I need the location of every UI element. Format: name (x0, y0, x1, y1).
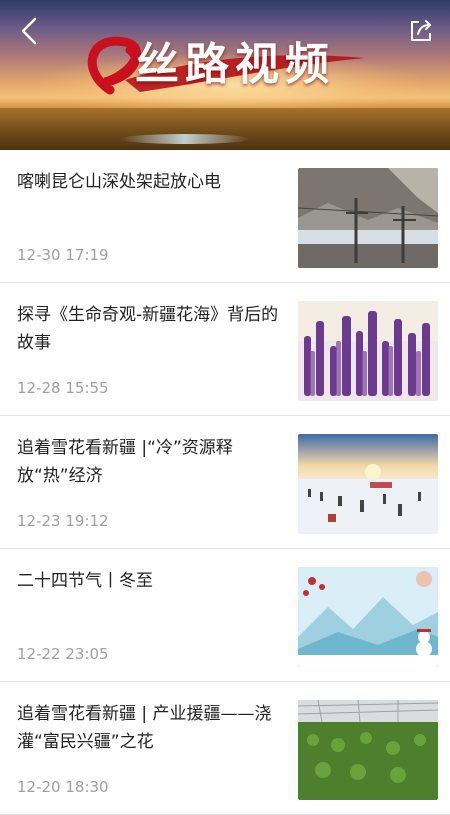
article-time: 12-23 19:12 (17, 512, 109, 530)
share-button[interactable] (404, 14, 438, 48)
landscape-ground (0, 108, 450, 150)
article-title: 追着雪花看新疆 |“冷”资源释放“热”经济 (17, 438, 233, 486)
article-item[interactable]: 喀喇昆仑山深处架起放心电 12-30 17:19 (0, 150, 450, 283)
article-title: 追着雪花看新疆 | 产业援疆——浇灌“富民兴疆”之花 (17, 704, 272, 752)
winter-solstice-thumbnail (298, 567, 438, 667)
article-time: 12-30 17:19 (17, 246, 109, 264)
share-icon (411, 20, 431, 41)
article-item[interactable]: 追着雪花看新疆 |“冷”资源释放“热”经济 12-23 19:12 (0, 416, 450, 549)
power-line-mountain-thumbnail (298, 168, 438, 268)
article-list: 喀喇昆仑山深处架起放心电 12-30 17:19 探寻《生命奇观-新疆花海》背后… (0, 150, 450, 815)
logo-title: 丝路视频 (135, 39, 335, 90)
article-time: 12-20 18:30 (17, 778, 109, 796)
article-time: 12-22 23:05 (17, 645, 109, 663)
article-item[interactable]: 二十四节气丨冬至 12-22 23:05 (0, 549, 450, 682)
river (120, 134, 250, 144)
article-title: 探寻《生命奇观-新疆花海》背后的故事 (17, 305, 279, 353)
header-banner: 丝路视频 (0, 0, 450, 150)
back-button[interactable] (12, 14, 46, 48)
article-title: 二十四节气丨冬至 (17, 571, 153, 591)
article-title: 喀喇昆仑山深处架起放心电 (17, 172, 221, 192)
lavender-field-thumbnail (298, 301, 438, 401)
greenhouse-thumbnail (298, 700, 438, 800)
snow-resort-thumbnail (298, 434, 438, 534)
article-item[interactable]: 追着雪花看新疆 | 产业援疆——浇灌“富民兴疆”之花 12-20 18:30 (0, 682, 450, 815)
article-time: 12-28 15:55 (17, 379, 109, 397)
article-item[interactable]: 探寻《生命奇观-新疆花海》背后的故事 12-28 15:55 (0, 283, 450, 416)
back-arrow-icon (21, 17, 37, 45)
